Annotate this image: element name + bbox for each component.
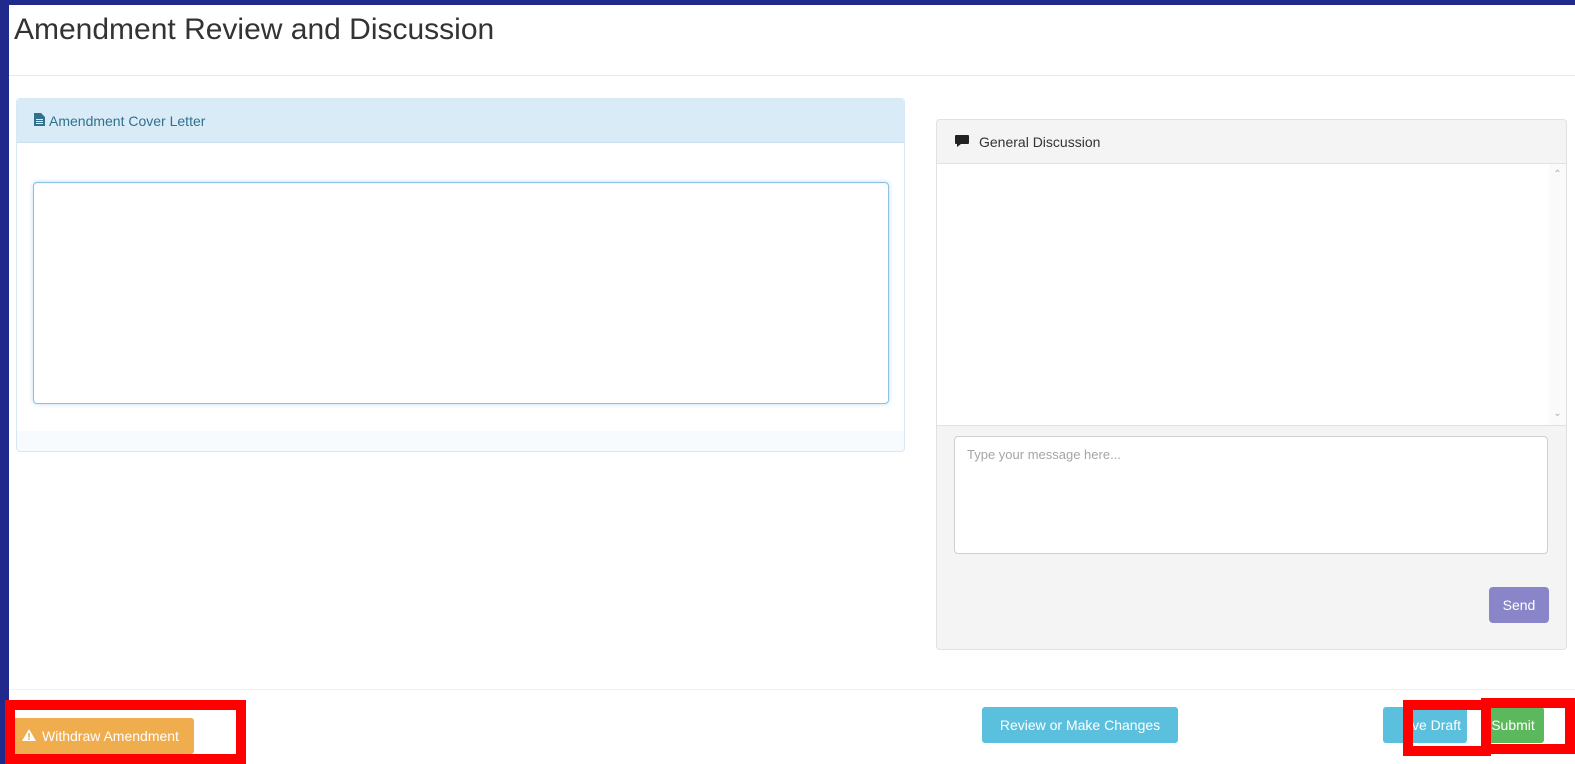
message-list-scrollbar[interactable]: ⌃ ⌄ xyxy=(1549,164,1566,425)
review-or-make-changes-button[interactable]: Review or Make Changes xyxy=(982,707,1178,743)
message-list[interactable]: ⌃ ⌄ xyxy=(937,164,1566,426)
submit-button[interactable]: Submit xyxy=(1482,707,1544,743)
send-button[interactable]: Send xyxy=(1489,587,1549,623)
withdraw-amendment-label: Withdraw Amendment xyxy=(42,728,179,744)
general-discussion-heading: General Discussion xyxy=(979,133,1101,150)
warning-icon xyxy=(22,728,42,744)
comment-icon xyxy=(955,134,979,150)
general-discussion-header: General Discussion xyxy=(937,120,1566,164)
footer-bar xyxy=(9,689,1575,764)
general-discussion-panel: General Discussion ⌃ ⌄ Send xyxy=(936,119,1567,650)
message-input[interactable] xyxy=(954,436,1548,554)
save-draft-button[interactable]: ave Draft xyxy=(1383,707,1467,743)
cover-letter-header: Amendment Cover Letter xyxy=(17,99,904,143)
title-divider xyxy=(9,75,1575,76)
scroll-up-icon[interactable]: ⌃ xyxy=(1552,170,1563,180)
cover-letter-body xyxy=(17,143,904,431)
page-title: Amendment Review and Discussion xyxy=(14,13,495,46)
file-text-icon xyxy=(34,112,49,129)
cover-letter-panel: Amendment Cover Letter xyxy=(16,98,905,452)
withdraw-amendment-button[interactable]: Withdraw Amendment xyxy=(13,718,194,754)
cover-letter-heading: Amendment Cover Letter xyxy=(49,112,206,129)
scroll-down-icon[interactable]: ⌄ xyxy=(1552,409,1563,419)
cover-letter-textarea[interactable] xyxy=(33,182,889,404)
page: Amendment Review and Discussion Amendmen… xyxy=(9,5,1575,764)
